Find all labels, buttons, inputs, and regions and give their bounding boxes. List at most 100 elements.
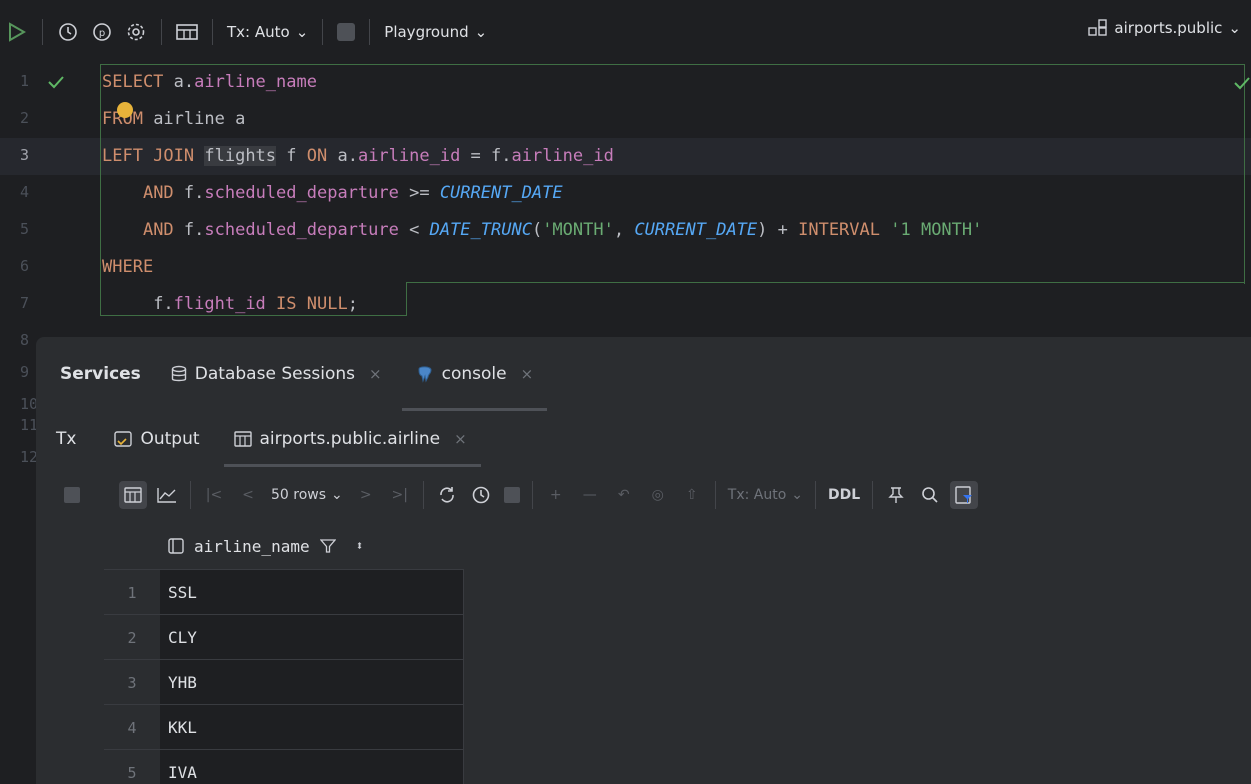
history-icon[interactable]: [55, 19, 81, 45]
line-number: 6: [20, 257, 30, 275]
editor-toolbar: p Tx: Auto ⌄ Playground ⌄ airports.publi…: [0, 0, 1251, 64]
reload-icon[interactable]: [433, 481, 461, 509]
services-tab-bar: Services Database Sessions × console ×: [36, 337, 1251, 411]
svg-text:p: p: [99, 28, 105, 39]
grid-toolbar: |< < 50 rows ⌄ > >| + — ↶ ◎ ⇧ Tx: Auto ⌄…: [36, 467, 1251, 523]
preview-changes-icon[interactable]: ◎: [644, 481, 672, 509]
cell-airline-name[interactable]: KKL: [160, 705, 464, 750]
line-number: 1: [0, 64, 90, 101]
output-icon: [114, 431, 133, 447]
page-size-label: 50 rows: [271, 487, 327, 503]
chevron-down-icon: ⌄: [474, 23, 488, 41]
toolbar-divider: [322, 19, 324, 45]
row-number: 3: [127, 673, 137, 692]
transaction-mode-dropdown[interactable]: Tx: Auto ⌄: [728, 487, 803, 503]
close-icon[interactable]: ×: [369, 365, 382, 383]
code-line-6: WHERE: [102, 257, 154, 277]
tab-label: Output: [140, 429, 200, 449]
toolbar-divider: [422, 481, 424, 509]
line-number: 2: [20, 109, 30, 127]
postgresql-elephant-icon: [418, 366, 432, 383]
tab-airports-public-airline[interactable]: airports.public.airline ×: [223, 411, 481, 467]
code-line-7: f.flight_id IS NULL;: [153, 294, 358, 314]
row-number: 4: [127, 718, 137, 737]
database-icon: [171, 365, 186, 382]
playground-dropdown[interactable]: Playground ⌄: [384, 23, 487, 41]
line-number: 5: [20, 220, 30, 238]
row-number: 2: [127, 628, 137, 647]
line-number: 4: [20, 183, 30, 201]
toolbar-divider: [42, 19, 43, 45]
column-header-airline-name[interactable]: airline_name ⬍: [160, 523, 464, 569]
toolbar-divider: [369, 19, 371, 45]
next-page-icon[interactable]: >: [352, 481, 380, 509]
transaction-mode-label: Tx: Auto: [727, 487, 787, 503]
cell-airline-name[interactable]: SSL: [160, 570, 464, 615]
submit-icon[interactable]: ⇧: [678, 481, 706, 509]
row-number: 5: [127, 763, 137, 782]
chevron-down-icon: ⌄: [791, 487, 804, 503]
table-row[interactable]: 5 IVA: [104, 749, 464, 784]
explain-plan-icon[interactable]: p: [89, 19, 115, 45]
tab-database-sessions[interactable]: Database Sessions ×: [171, 337, 382, 411]
search-icon[interactable]: [916, 481, 944, 509]
check-icon: [48, 76, 64, 89]
code-line-1: SELECT a.airline_name: [102, 72, 317, 92]
ddl-label: DDL: [828, 487, 861, 503]
table-row[interactable]: 1 SSL: [104, 569, 464, 615]
stop-icon[interactable]: [503, 487, 520, 503]
transaction-mode-label: Tx: Auto: [227, 23, 290, 41]
run-icon[interactable]: [4, 19, 30, 45]
code-line-4: AND f.scheduled_departure >= CURRENT_DAT…: [142, 183, 563, 203]
tab-label: Database Sessions: [194, 364, 356, 384]
first-page-icon[interactable]: |<: [200, 481, 228, 509]
schema-selector[interactable]: airports.public ⌄: [1088, 19, 1241, 37]
last-page-icon[interactable]: >|: [386, 481, 414, 509]
intention-bulb-icon[interactable]: [117, 102, 133, 118]
previous-page-icon[interactable]: <: [234, 481, 262, 509]
schema-icon: [1088, 19, 1108, 36]
tab-output[interactable]: Output: [114, 411, 200, 467]
toolbar-divider: [161, 19, 162, 45]
chevron-down-icon: ⌄: [1228, 19, 1241, 37]
table-row[interactable]: 3 YHB: [104, 659, 464, 705]
delete-row-icon[interactable]: —: [576, 481, 604, 509]
stop-icon[interactable]: [337, 23, 356, 41]
revert-icon[interactable]: ↶: [610, 481, 638, 509]
chart-icon[interactable]: [153, 481, 181, 509]
table-grid-icon[interactable]: [119, 481, 147, 509]
toolbar-divider: [714, 481, 716, 509]
cell-airline-name[interactable]: CLY: [160, 615, 464, 660]
tab-label: airports.public.airline: [259, 429, 441, 449]
close-icon[interactable]: ×: [521, 365, 534, 383]
filter-panel-icon[interactable]: [950, 481, 979, 509]
line-number: 3: [20, 146, 30, 164]
filter-icon[interactable]: [319, 538, 336, 554]
cell-airline-name[interactable]: IVA: [160, 750, 464, 784]
transaction-label: Tx: [56, 429, 77, 449]
stop-icon[interactable]: [64, 487, 80, 503]
cell-airline-name[interactable]: YHB: [160, 660, 464, 705]
close-icon[interactable]: ×: [454, 430, 467, 448]
services-title: Services: [60, 364, 141, 384]
tab-console[interactable]: console ×: [401, 337, 547, 411]
check-icon: [1234, 77, 1250, 90]
tab-label: console: [441, 364, 507, 384]
history-icon[interactable]: [467, 481, 495, 509]
column-icon: [168, 538, 184, 554]
transaction-indicator[interactable]: Tx: [56, 411, 76, 467]
services-panel: Services Database Sessions × console × T…: [36, 337, 1251, 784]
sort-icon[interactable]: ⬍: [356, 539, 364, 554]
ddl-button[interactable]: DDL: [828, 487, 860, 503]
pin-icon[interactable]: [882, 481, 910, 509]
table-row[interactable]: 4 KKL: [104, 704, 464, 750]
schema-label: airports.public: [1114, 19, 1223, 37]
page-size-dropdown[interactable]: 50 rows ⌄: [271, 487, 343, 503]
chevron-down-icon: ⌄: [331, 487, 343, 503]
table-view-icon[interactable]: [174, 19, 200, 45]
transaction-mode-dropdown[interactable]: Tx: Auto ⌄: [227, 23, 308, 41]
add-row-icon[interactable]: +: [542, 481, 570, 509]
table-row[interactable]: 2 CLY: [104, 614, 464, 660]
settings-gear-icon[interactable]: [123, 19, 149, 45]
row-number: 1: [127, 583, 137, 602]
